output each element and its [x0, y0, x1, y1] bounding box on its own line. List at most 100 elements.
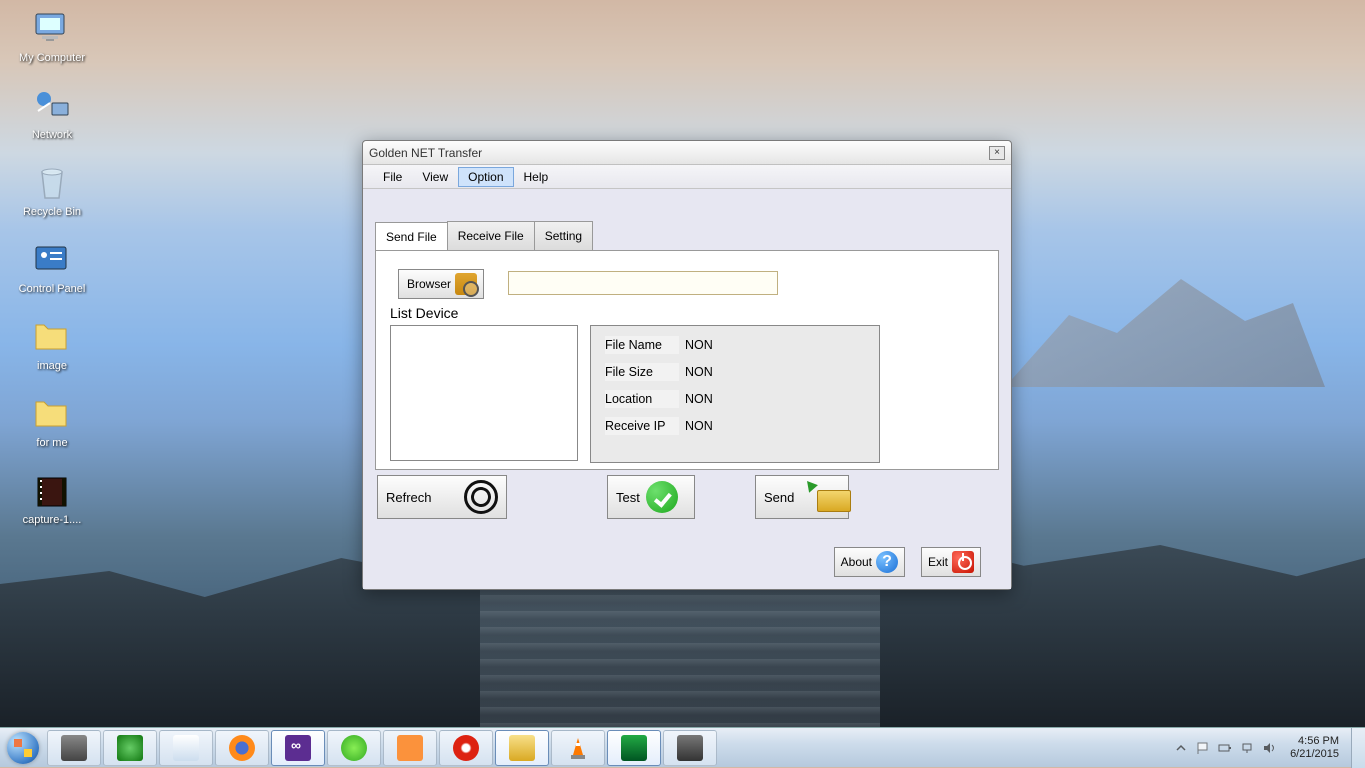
- taskbar-app-opera[interactable]: [439, 730, 493, 766]
- browser-button[interactable]: Browser: [398, 269, 484, 299]
- folder-icon: [509, 735, 535, 761]
- desktop-icon-mycomputer[interactable]: My Computer: [14, 10, 90, 65]
- show-desktop-button[interactable]: [1351, 728, 1365, 768]
- list-device-label: List Device: [390, 305, 458, 321]
- vlc-icon: [565, 735, 591, 761]
- tab-container: Send File Receive File Setting Browser L…: [375, 221, 999, 470]
- refresh-icon: [464, 480, 498, 514]
- taskbar-app-explorer[interactable]: [495, 730, 549, 766]
- close-button[interactable]: ×: [989, 146, 1005, 160]
- tray-network-icon[interactable]: [1240, 741, 1254, 755]
- browser-button-label: Browser: [407, 277, 451, 291]
- desktop-icon-capture[interactable]: capture-1....: [14, 472, 90, 527]
- generic-icon: [677, 735, 703, 761]
- app-icon: [621, 735, 647, 761]
- taskbar-app-xampp[interactable]: [383, 730, 437, 766]
- control-panel-icon: [30, 241, 74, 281]
- path-input[interactable]: [508, 271, 778, 295]
- cube-icon: [61, 735, 87, 761]
- desktop-icon-label: for me: [14, 437, 90, 450]
- send-folder-icon: [800, 482, 834, 512]
- desktop-icons: My Computer Network Recycle Bin Control …: [14, 10, 94, 549]
- recycle-bin-icon: [30, 164, 74, 204]
- device-listbox[interactable]: [390, 325, 578, 461]
- clock-date: 6/21/2015: [1290, 748, 1339, 761]
- filename-label: File Name: [605, 336, 679, 354]
- question-icon: ?: [876, 551, 898, 573]
- taskbar-app-virtualbox[interactable]: [47, 730, 101, 766]
- location-label: Location: [605, 390, 679, 408]
- menubar: File View Option Help: [363, 165, 1011, 189]
- tray-flag-icon[interactable]: [1196, 741, 1210, 755]
- desktop-icon-recyclebin[interactable]: Recycle Bin: [14, 164, 90, 219]
- titlebar[interactable]: Golden NET Transfer ×: [363, 141, 1011, 165]
- note-icon: [173, 735, 199, 761]
- test-button[interactable]: Test: [607, 475, 695, 519]
- filename-value: NON: [685, 338, 713, 352]
- refresh-button[interactable]: Refrech: [377, 475, 507, 519]
- desktop-icon-controlpanel[interactable]: Control Panel: [14, 241, 90, 296]
- menu-option[interactable]: Option: [458, 167, 513, 187]
- xampp-icon: [397, 735, 423, 761]
- taskbar-app-notepad[interactable]: [159, 730, 213, 766]
- desktop-icon-network[interactable]: Network: [14, 87, 90, 142]
- taskbar-app-vlc[interactable]: [551, 730, 605, 766]
- test-button-label: Test: [616, 490, 640, 505]
- filesize-label: File Size: [605, 363, 679, 381]
- taskbar-app-goldennet[interactable]: [607, 730, 661, 766]
- window-title: Golden NET Transfer: [369, 146, 989, 160]
- opera-icon: [453, 735, 479, 761]
- computer-icon: [30, 10, 74, 50]
- client-area: Send File Receive File Setting Browser L…: [363, 189, 1011, 589]
- tray-volume-icon[interactable]: [1262, 741, 1276, 755]
- tray-chevron-icon[interactable]: [1174, 741, 1188, 755]
- desktop-icon-label: capture-1....: [14, 514, 90, 527]
- clock-time: 4:56 PM: [1290, 735, 1339, 748]
- folder-icon: [30, 318, 74, 358]
- app-window: Golden NET Transfer × File View Option H…: [362, 140, 1012, 590]
- taskbar-app-utorrent[interactable]: [327, 730, 381, 766]
- check-icon: [646, 481, 678, 513]
- start-button[interactable]: [0, 728, 46, 768]
- taskbar-app-idm[interactable]: [103, 730, 157, 766]
- tab-sendfile[interactable]: Send File: [375, 222, 448, 251]
- taskbar-app-firefox[interactable]: [215, 730, 269, 766]
- refresh-button-label: Refrech: [386, 490, 432, 505]
- desktop-icon-image[interactable]: image: [14, 318, 90, 373]
- tab-setting[interactable]: Setting: [534, 221, 593, 250]
- tab-panel: Browser List Device File Name NON File Si…: [375, 250, 999, 470]
- taskbar-app-visualstudio[interactable]: ∞: [271, 730, 325, 766]
- filesize-value: NON: [685, 365, 713, 379]
- about-button[interactable]: About ?: [834, 547, 905, 577]
- menu-file[interactable]: File: [373, 167, 412, 187]
- background-mountain: [1005, 267, 1325, 387]
- tabstrip: Send File Receive File Setting: [375, 221, 999, 250]
- desktop-icon-label: Control Panel: [14, 283, 90, 296]
- about-button-label: About: [841, 555, 872, 569]
- network-icon: [30, 87, 74, 127]
- menu-help[interactable]: Help: [514, 167, 559, 187]
- desktop-icon-label: image: [14, 360, 90, 373]
- send-button[interactable]: Send: [755, 475, 849, 519]
- firefox-icon: [229, 735, 255, 761]
- desktop-icon-forme[interactable]: for me: [14, 395, 90, 450]
- tray-battery-icon[interactable]: [1218, 741, 1232, 755]
- visualstudio-icon: ∞: [285, 735, 311, 761]
- tab-receivefile[interactable]: Receive File: [447, 221, 535, 250]
- desktop-icon-label: Network: [14, 129, 90, 142]
- windows-logo-icon: [7, 732, 39, 764]
- receiveip-value: NON: [685, 419, 713, 433]
- taskbar: ∞ 4:56 PM 6/21/2015: [0, 727, 1365, 767]
- download-icon: [117, 735, 143, 761]
- taskbar-clock[interactable]: 4:56 PM 6/21/2015: [1284, 735, 1345, 761]
- utorrent-icon: [341, 735, 367, 761]
- power-icon: [952, 551, 974, 573]
- folder-icon: [30, 395, 74, 435]
- menu-view[interactable]: View: [412, 167, 458, 187]
- desktop-icon-label: My Computer: [14, 52, 90, 65]
- exit-button-label: Exit: [928, 555, 948, 569]
- location-value: NON: [685, 392, 713, 406]
- taskbar-app-generic[interactable]: [663, 730, 717, 766]
- exit-button[interactable]: Exit: [921, 547, 981, 577]
- system-tray: 4:56 PM 6/21/2015: [1174, 735, 1351, 761]
